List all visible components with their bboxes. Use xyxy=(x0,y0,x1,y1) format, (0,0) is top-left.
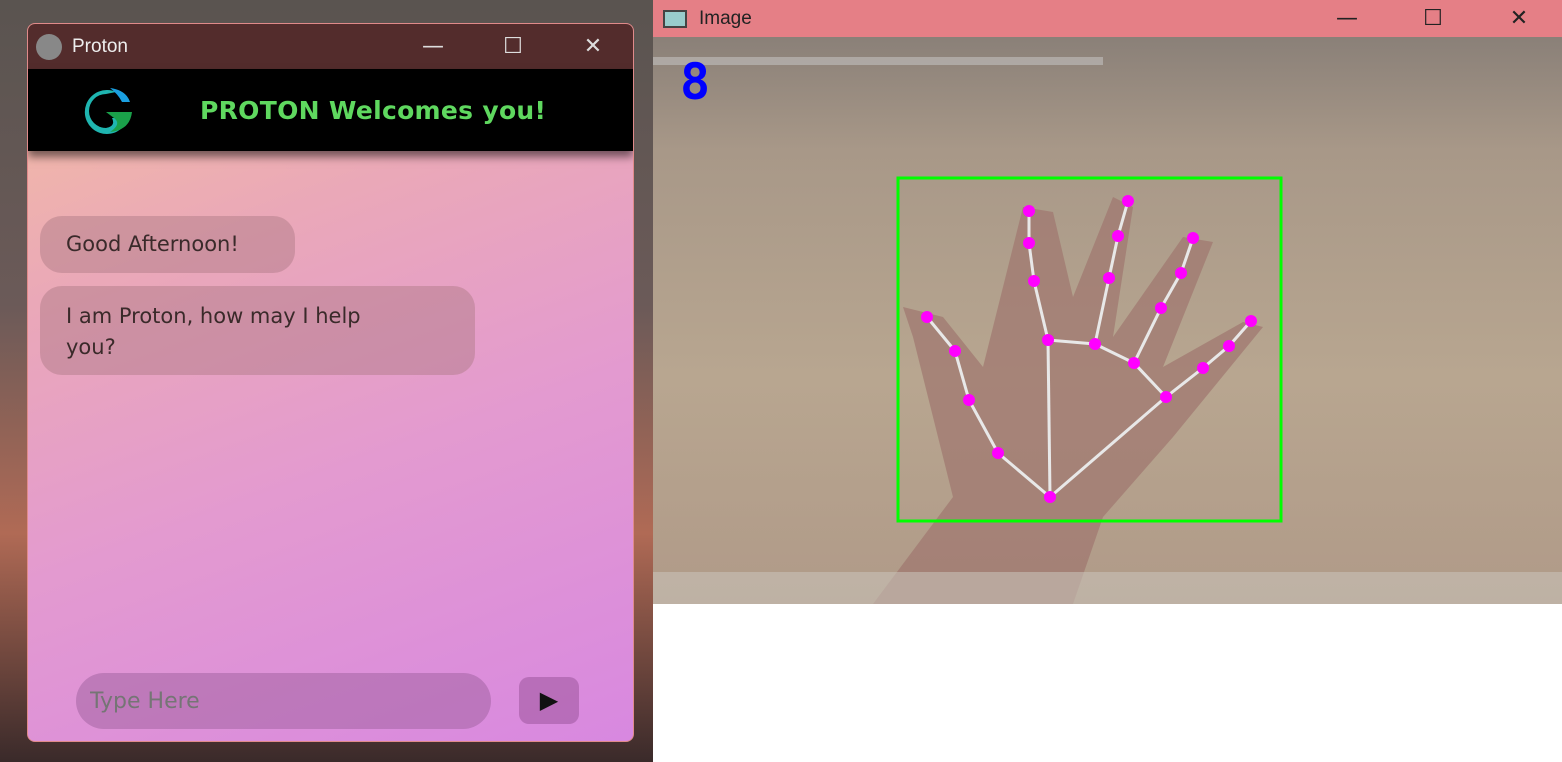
minimize-button[interactable]: — xyxy=(393,34,473,59)
hand-landmark xyxy=(1175,267,1187,279)
hand-landmark xyxy=(1245,315,1257,327)
send-button[interactable]: ▶ xyxy=(519,677,579,724)
hand-tracking-overlay xyxy=(653,57,1562,604)
desk xyxy=(653,572,1562,604)
hand-landmark xyxy=(1223,340,1235,352)
welcome-banner: PROTON Welcomes you! xyxy=(28,69,633,151)
hand-landmark xyxy=(963,394,975,406)
hand-landmark xyxy=(1122,195,1134,207)
hand-landmark xyxy=(921,311,933,323)
image-title-bar[interactable]: Image — ☐ ✕ xyxy=(653,0,1562,37)
chat-message: Good Afternoon! xyxy=(40,216,295,273)
proton-title-bar[interactable]: Proton — ☐ ✕ xyxy=(28,24,633,69)
hand-landmark xyxy=(1103,272,1115,284)
proton-window: Proton — ☐ ✕ PROTON Welcomes you! Good A… xyxy=(27,23,634,742)
chat-message: I am Proton, how may I help you? xyxy=(40,286,475,375)
wall-shelf xyxy=(653,57,1103,65)
window-title: Image xyxy=(699,7,752,29)
hand-landmark xyxy=(1028,275,1040,287)
hand-landmark xyxy=(949,345,961,357)
hand-landmark xyxy=(992,447,1004,459)
proton-logo-icon xyxy=(84,88,132,134)
maximize-button[interactable]: ☐ xyxy=(473,34,553,59)
minimize-button[interactable]: — xyxy=(1304,6,1390,31)
image-window: Image — ☐ ✕ 8 xyxy=(653,0,1562,762)
image-window-icon xyxy=(663,9,687,28)
banner-title: PROTON Welcomes you! xyxy=(200,95,547,125)
landmark-connection xyxy=(1046,339,1052,498)
hand-landmark xyxy=(1160,391,1172,403)
hand-landmark xyxy=(1023,237,1035,249)
hand-landmark xyxy=(1023,205,1035,217)
close-button[interactable]: ✕ xyxy=(1476,6,1562,31)
window-title: Proton xyxy=(72,35,128,57)
globe-icon xyxy=(36,33,62,60)
hand-landmark xyxy=(1089,338,1101,350)
hand-landmark xyxy=(1187,232,1199,244)
message-input[interactable] xyxy=(76,673,491,729)
camera-feed: 8 xyxy=(653,37,1562,604)
hand-landmark xyxy=(1042,334,1054,346)
hand-landmark xyxy=(1155,302,1167,314)
close-button[interactable]: ✕ xyxy=(553,34,633,59)
hand-landmark xyxy=(1112,230,1124,242)
hand-landmark xyxy=(1044,491,1056,503)
finger-count: 8 xyxy=(680,53,711,111)
hand-landmark xyxy=(1197,362,1209,374)
hand-landmark xyxy=(1128,357,1140,369)
hand xyxy=(873,197,1263,604)
maximize-button[interactable]: ☐ xyxy=(1390,6,1476,31)
